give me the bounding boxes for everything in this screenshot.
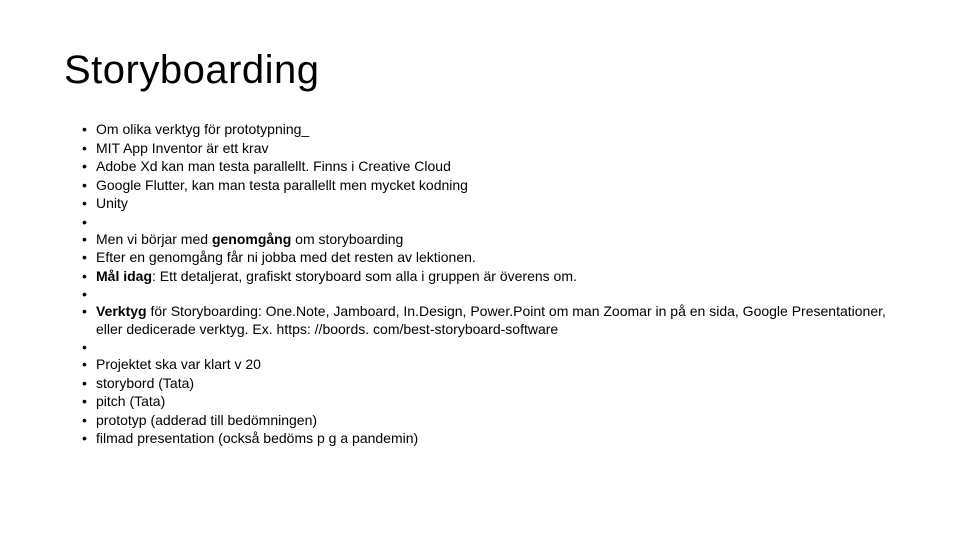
bullet-text: Men vi börjar med [96,231,212,247]
bullet-text: Om olika verktyg för prototypning_ [96,121,309,137]
bullet-text: MIT App Inventor är ett krav [96,140,268,156]
list-item-blank [82,339,896,355]
bullet-list: Om olika verktyg för prototypning_ MIT A… [64,121,896,448]
list-item: Unity [82,195,896,213]
list-item: Verktyg för Storyboarding: One.Note, Jam… [82,303,896,338]
slide-body: Om olika verktyg för prototypning_ MIT A… [64,121,896,448]
list-item: Efter en genomgång får ni jobba med det … [82,249,896,267]
bullet-text: Projektet ska var klart v 20 [96,356,261,372]
bullet-text: om storyboarding [291,231,403,247]
list-item: storybord (Tata) [82,375,896,393]
list-item: Projektet ska var klart v 20 [82,356,896,374]
list-item-blank [82,214,896,230]
bullet-text: Efter en genomgång får ni jobba med det … [96,249,476,265]
bullet-text: Unity [96,195,128,211]
list-item: Google Flutter, kan man testa parallellt… [82,177,896,195]
list-item: pitch (Tata) [82,393,896,411]
bullet-text: för Storyboarding: One.Note, Jamboard, I… [96,303,886,337]
slide: Storyboarding Om olika verktyg för proto… [0,0,960,489]
bullet-text: : Ett detaljerat, grafiskt storyboard so… [152,268,577,284]
list-item-blank [82,286,896,302]
list-item: Men vi börjar med genomgång om storyboar… [82,231,896,249]
bullet-text: storybord (Tata) [96,375,194,391]
list-item: Om olika verktyg för prototypning_ [82,121,896,139]
bullet-text: Adobe Xd kan man testa parallellt. Finns… [96,158,451,174]
bullet-text-bold: Verktyg [96,303,147,319]
slide-title: Storyboarding [64,48,896,93]
bullet-text: Google Flutter, kan man testa parallellt… [96,177,468,193]
bullet-text: filmad presentation (också bedöms p g a … [96,430,418,446]
bullet-text: pitch (Tata) [96,393,165,409]
list-item: filmad presentation (också bedöms p g a … [82,430,896,448]
list-item: Adobe Xd kan man testa parallellt. Finns… [82,158,896,176]
list-item: prototyp (adderad till bedömningen) [82,412,896,430]
bullet-text: prototyp (adderad till bedömningen) [96,412,317,428]
bullet-text-bold: Mål idag [96,268,152,284]
list-item: MIT App Inventor är ett krav [82,140,896,158]
bullet-text-bold: genomgång [212,231,291,247]
list-item: Mål idag: Ett detaljerat, grafiskt story… [82,268,896,286]
